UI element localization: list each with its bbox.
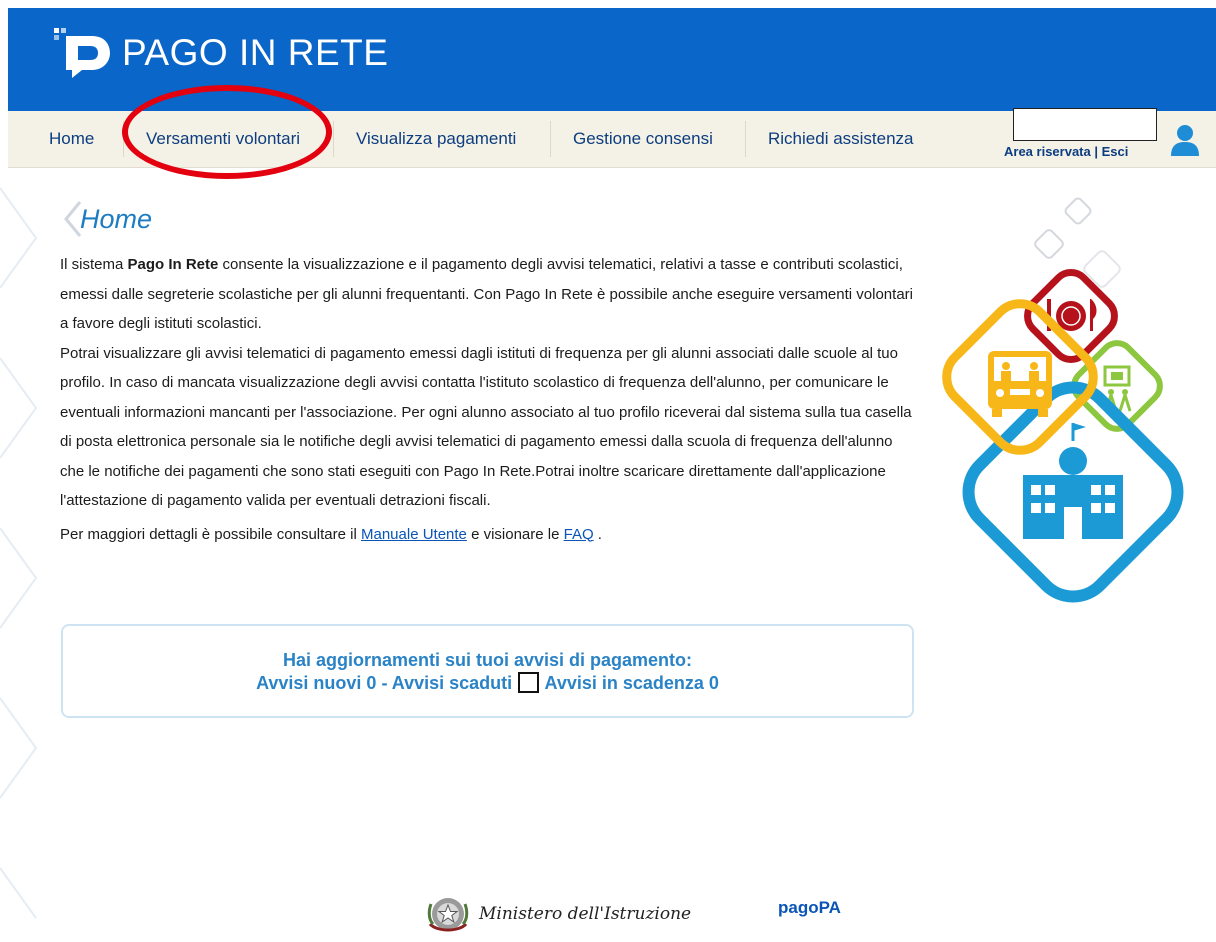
app-title: PAGO IN RETE bbox=[122, 31, 389, 73]
highlight-annotation bbox=[122, 85, 332, 179]
link-separator: | bbox=[1094, 144, 1098, 159]
user-icon[interactable] bbox=[1170, 124, 1200, 156]
nav-separator bbox=[745, 121, 746, 157]
details-text-start: Per maggiori dettagli è possibile consul… bbox=[60, 525, 361, 543]
services-illustration bbox=[942, 197, 1184, 603]
details-paragraph: Per maggiori dettagli è possibile consul… bbox=[60, 520, 920, 550]
italian-emblem-icon bbox=[427, 898, 469, 932]
nav-separator bbox=[550, 121, 551, 157]
nav-item-gestione-consensi[interactable]: Gestione consensi bbox=[573, 111, 713, 167]
ministry-footer-logo[interactable]: Ministero dell'Istruzione bbox=[425, 894, 691, 934]
notice-counts-start: Avvisi nuovi 0 - Avvisi scaduti bbox=[256, 673, 518, 693]
manual-link[interactable]: Manuale Utente bbox=[361, 526, 467, 543]
reserved-area-links: Area riservata | Esci bbox=[1004, 144, 1128, 159]
pagopa-label: pagoPA bbox=[778, 898, 841, 917]
notice-heading: Hai aggiornamenti sui tuoi avvisi di pag… bbox=[282, 650, 693, 670]
notice-counts: Avvisi nuovi 0 - Avvisi scaduti Avvisi i… bbox=[63, 672, 912, 694]
intro-text-start: Il sistema bbox=[60, 256, 128, 273]
page-title: Home bbox=[80, 204, 153, 234]
app-logo[interactable]: PAGO IN RETE bbox=[52, 26, 388, 78]
pagopa-footer-logo[interactable]: pagoPA bbox=[778, 898, 841, 918]
nav-item-home[interactable]: Home bbox=[49, 111, 94, 167]
pagoinrete-logo-icon bbox=[54, 28, 110, 78]
intro-brand: Pago In Rete bbox=[127, 256, 219, 273]
faq-link[interactable]: FAQ bbox=[564, 526, 594, 543]
school-bus-icon bbox=[988, 351, 1052, 417]
left-decoration bbox=[0, 187, 38, 919]
redacted-username-box bbox=[1013, 108, 1157, 141]
nav-item-visualizza-pagamenti[interactable]: Visualizza pagamenti bbox=[356, 111, 516, 167]
info-paragraph: Potrai visualizzare gli avvisi telematic… bbox=[60, 344, 912, 510]
details-text-mid: e visionare le bbox=[466, 525, 564, 543]
details-text-end: . bbox=[593, 525, 602, 543]
main-content: Il sistema Pago In Rete consente la visu… bbox=[60, 250, 920, 549]
notice-counts-end: Avvisi in scadenza 0 bbox=[540, 673, 719, 693]
area-riservata-link[interactable]: Area riservata bbox=[1004, 144, 1091, 159]
nav-separator bbox=[333, 121, 334, 157]
payment-updates-notice: Hai aggiornamenti sui tuoi avvisi di pag… bbox=[61, 624, 914, 718]
intro-paragraph: Il sistema Pago In Rete consente la visu… bbox=[60, 250, 920, 339]
esci-link[interactable]: Esci bbox=[1102, 144, 1129, 159]
ministry-name: Ministero dell'Istruzione bbox=[479, 904, 692, 924]
nav-item-richiedi-assistenza[interactable]: Richiedi assistenza bbox=[768, 111, 914, 167]
redacted-value-box bbox=[518, 672, 540, 693]
